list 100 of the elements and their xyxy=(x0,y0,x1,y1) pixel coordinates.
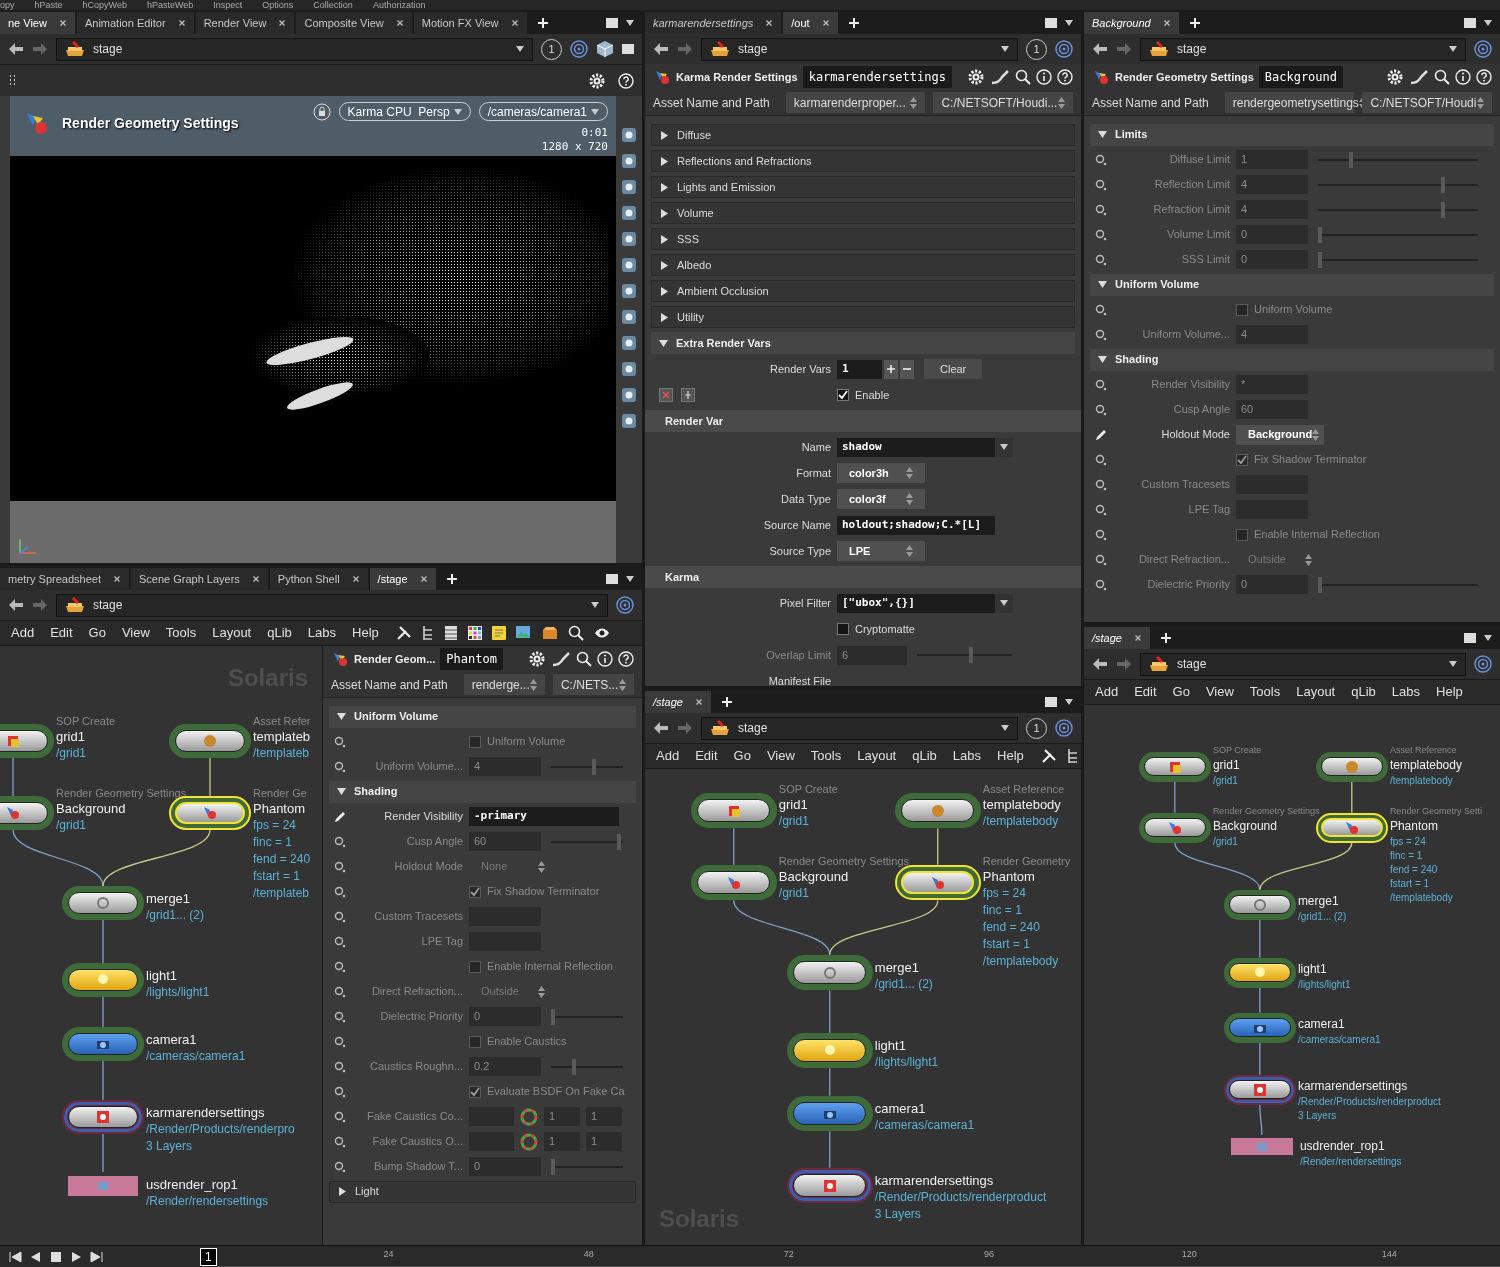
wrench-icon[interactable] xyxy=(395,625,412,641)
pencil-icon[interactable] xyxy=(1094,427,1108,442)
tool-icon[interactable] xyxy=(620,152,638,170)
search-icon[interactable] xyxy=(567,625,584,641)
reverse-play-icon[interactable] xyxy=(30,1250,42,1263)
menu-item[interactable]: Help xyxy=(345,623,386,643)
tab[interactable]: Background xyxy=(1084,12,1179,34)
network-node[interactable] xyxy=(690,864,777,901)
back-arrow-icon[interactable] xyxy=(1092,42,1108,56)
back-arrow-icon[interactable] xyxy=(653,42,669,56)
tab[interactable]: Motion FX View xyxy=(413,12,527,34)
slider-track[interactable] xyxy=(551,833,623,850)
network-node[interactable] xyxy=(1315,751,1388,782)
network-node[interactable] xyxy=(62,963,144,997)
target-icon[interactable] xyxy=(1474,40,1492,58)
menu-item[interactable]: qLib xyxy=(905,746,944,766)
info-icon[interactable] xyxy=(1036,69,1052,85)
asset-dropdown[interactable]: C:/NETS... xyxy=(552,674,634,695)
pencil-icon[interactable] xyxy=(333,809,347,824)
slider-track[interactable] xyxy=(551,1158,623,1175)
menu-item[interactable]: Edit xyxy=(43,623,80,643)
menu-item[interactable]: View xyxy=(759,746,802,766)
menu-item[interactable]: Labs xyxy=(300,623,344,643)
dropdown-menu[interactable]: color3h xyxy=(837,463,925,483)
close-icon[interactable] xyxy=(278,19,287,27)
node-name-field[interactable]: Background xyxy=(1258,66,1343,88)
target-icon[interactable] xyxy=(616,596,634,614)
clear-button[interactable]: Clear xyxy=(924,359,983,379)
tab[interactable]: Scene Graph Layers xyxy=(130,568,268,590)
close-icon[interactable] xyxy=(510,19,519,27)
path-field[interactable]: stage xyxy=(56,593,608,617)
value-field[interactable]: holdout;shadow;C.*[L] xyxy=(837,515,995,535)
eye-icon[interactable] xyxy=(593,627,610,639)
target-icon[interactable] xyxy=(1055,719,1073,737)
add-tab-icon[interactable] xyxy=(1159,632,1172,644)
menu-item[interactable]: View xyxy=(1198,682,1241,702)
menu-item[interactable]: hCopyWeb xyxy=(82,0,127,10)
value-field[interactable]: 1 xyxy=(837,359,882,379)
tree-icon[interactable] xyxy=(1066,748,1079,764)
color-grid-icon[interactable] xyxy=(467,626,482,640)
target-icon[interactable] xyxy=(1055,40,1073,58)
brush-icon[interactable] xyxy=(990,69,1010,85)
folder-header[interactable]: Uniform Volume xyxy=(329,705,636,728)
menu-item[interactable]: Collection xyxy=(313,0,353,10)
network-node[interactable] xyxy=(1223,1074,1296,1105)
caret-icon[interactable] xyxy=(626,20,634,26)
close-icon[interactable] xyxy=(58,19,67,27)
help-icon[interactable] xyxy=(618,651,634,667)
network-node[interactable] xyxy=(786,1095,873,1132)
close-icon[interactable] xyxy=(251,575,260,583)
tab[interactable]: Python Shell xyxy=(269,568,368,590)
slider-track[interactable] xyxy=(551,1008,623,1025)
node-name-field[interactable]: Phantom xyxy=(440,648,503,670)
tab[interactable]: /stage xyxy=(1084,627,1150,649)
menu-item[interactable]: hPasteWeb xyxy=(146,0,194,10)
close-icon[interactable] xyxy=(1162,19,1171,27)
network-node[interactable] xyxy=(62,886,144,920)
back-arrow-icon[interactable] xyxy=(8,42,24,56)
menu-item[interactable]: Tools xyxy=(803,746,849,766)
menu-item[interactable]: Help xyxy=(990,746,1031,766)
menu-item[interactable]: qLib xyxy=(260,623,299,643)
info-icon[interactable] xyxy=(1455,69,1471,85)
menu-item[interactable]: Tools xyxy=(1242,682,1288,702)
folder-header[interactable]: Volume xyxy=(651,202,1075,224)
dropdown-button[interactable] xyxy=(995,593,1013,613)
forward-arrow-icon[interactable] xyxy=(1116,42,1132,56)
tab[interactable]: Composite View xyxy=(296,12,412,34)
path-field[interactable]: stage xyxy=(701,716,1018,740)
network-node[interactable] xyxy=(786,1167,873,1204)
close-icon[interactable] xyxy=(1133,634,1142,642)
menu-item[interactable]: Edit xyxy=(688,746,725,766)
menu-item[interactable]: Authorization xyxy=(372,0,426,10)
slider-track[interactable] xyxy=(1318,201,1478,218)
node-name-field[interactable]: karmarendersettings xyxy=(802,66,952,88)
add-tab-icon[interactable] xyxy=(536,17,549,29)
network-node[interactable] xyxy=(786,954,873,991)
menu-item[interactable]: Layout xyxy=(205,623,259,643)
tool-icon[interactable] xyxy=(620,178,638,196)
caret-icon[interactable] xyxy=(1484,635,1492,641)
path-field[interactable]: stage xyxy=(56,37,533,61)
color-wheel-icon[interactable] xyxy=(520,1132,538,1151)
tool-icon[interactable] xyxy=(620,334,638,352)
dropdown-menu[interactable]: Background xyxy=(1236,424,1324,445)
menu-item[interactable]: Layout xyxy=(850,746,904,766)
folder-header[interactable]: Lights and Emission xyxy=(651,176,1075,198)
add-tab-icon[interactable] xyxy=(847,17,860,29)
tool-icon[interactable] xyxy=(620,230,638,248)
brush-icon[interactable] xyxy=(551,651,571,667)
add-tab-icon[interactable] xyxy=(1188,17,1201,29)
path-field[interactable]: stage xyxy=(1140,37,1466,61)
wrench-icon[interactable] xyxy=(1040,748,1057,764)
network-node[interactable] xyxy=(1138,751,1211,782)
network-node[interactable] xyxy=(62,1100,144,1134)
close-icon[interactable] xyxy=(821,19,830,27)
caret-icon[interactable] xyxy=(1065,699,1073,705)
current-frame-field[interactable]: 1 xyxy=(200,1247,217,1266)
folder-header[interactable]: Extra Render Vars xyxy=(651,332,1075,354)
help-icon[interactable] xyxy=(1057,69,1073,85)
folder-header[interactable]: Shading xyxy=(329,780,636,803)
info-icon[interactable] xyxy=(597,651,613,667)
